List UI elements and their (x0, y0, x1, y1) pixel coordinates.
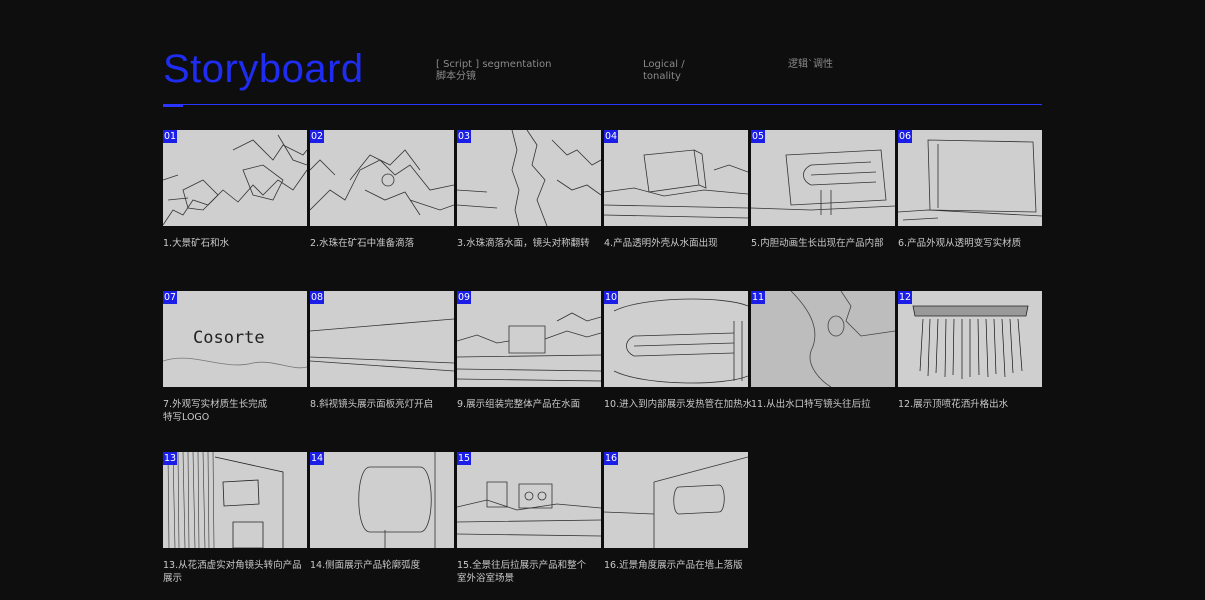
sketch-logo-closeup-icon: Cosorte (163, 328, 307, 369)
frame-sketch-15 (457, 452, 601, 548)
frame-sketch-03 (457, 130, 601, 226)
frame-caption: 12.展示顶喷花洒升格出水 (898, 399, 1009, 410)
frame-caption: 9.展示组装完整体产品在水面 (457, 399, 581, 410)
sketch-panel-angle-icon (310, 318, 454, 372)
header-logic-cn: 逻辑`调性 (788, 59, 833, 71)
header-logical-en-1: Logical / (643, 59, 685, 70)
frame-caption: 7.外观写实材质生长完成 特写LOGO (163, 399, 268, 423)
frame-sketch-05 (751, 130, 895, 226)
frame-caption: 3.水珠滴落水面，镜头对称翻转 (457, 238, 590, 249)
sketch-inner-tank-icon (751, 149, 895, 215)
sketch-rocks-water-icon (163, 134, 307, 226)
frame-sketch-12 (898, 291, 1042, 387)
frame-caption: 2.水珠在矿石中准备滴落 (310, 238, 415, 249)
frame-number-badge: 10 (604, 291, 618, 304)
sketch-assembled-product-icon (457, 312, 601, 382)
product-logo: Cosorte (193, 328, 265, 348)
frame-number-badge: 13 (163, 452, 177, 465)
frame-caption: 6.产品外观从透明变写实材质 (898, 238, 1022, 249)
sketch-product-material-icon (898, 139, 1042, 221)
header-logic-cn-text: 逻辑`调性 (788, 59, 833, 70)
frame-number-badge: 03 (457, 130, 471, 143)
sketch-shower-head-icon (912, 305, 1029, 379)
frame-sketch-16 (604, 452, 748, 548)
frame-number-badge: 08 (310, 291, 324, 304)
header: Storyboard [ Script ] segmentation 脚本分镜 … (0, 0, 1205, 110)
header-divider (163, 104, 1042, 105)
frame-caption: 8.斜视镜头展示面板亮灯开启 (310, 399, 434, 410)
sketch-shell-emerging-icon (604, 149, 748, 219)
frame-sketch-04 (604, 130, 748, 226)
sketch-wall-mounted-icon (604, 456, 748, 548)
frame-caption: 13.从花洒虚实对角镜头转向产品 展示 (163, 560, 302, 584)
header-script-en: [ Script ] segmentation (436, 59, 552, 70)
frame-sketch-06 (898, 130, 1042, 226)
frame-sketch-14 (310, 452, 454, 548)
frame-number-badge: 05 (751, 130, 765, 143)
header-script-cn: 脚本分镜 (436, 71, 476, 82)
frame-number-badge: 11 (751, 291, 765, 304)
frame-sketch-13 (163, 452, 307, 548)
header-divider-accent (163, 104, 183, 107)
header-logical-tonality: Logical / tonality (643, 59, 685, 83)
sketch-water-outlet-icon (790, 291, 895, 387)
sketch-outdoor-bathroom-icon (457, 481, 601, 537)
frame-caption: 14.侧面展示产品轮廓弧度 (310, 560, 421, 571)
frame-sketch-01 (163, 130, 307, 226)
frame-caption: 5.内胆动画生长出现在产品内部 (751, 238, 884, 249)
frame-number-badge: 14 (310, 452, 324, 465)
sketch-shower-to-product-icon (167, 452, 284, 548)
frame-number-badge: 12 (898, 291, 912, 304)
frame-number-badge: 15 (457, 452, 471, 465)
frame-number-badge: 01 (163, 130, 177, 143)
frame-number-badge: 04 (604, 130, 618, 143)
page-title: Storyboard (163, 47, 364, 91)
frame-sketch-09 (457, 291, 601, 387)
frame-caption: 1.大景矿石和水 (163, 238, 230, 249)
frame-number-badge: 16 (604, 452, 618, 465)
frame-number-badge: 06 (898, 130, 912, 143)
sketch-water-drop-icon (310, 149, 454, 216)
frame-sketch-02 (310, 130, 454, 226)
frame-sketch-11 (751, 291, 895, 387)
frame-sketch-10 (604, 291, 748, 387)
header-logical-en-2: tonality (643, 71, 681, 82)
frame-caption: 15.全景往后拉展示产品和整个 室外浴室场景 (457, 560, 587, 584)
frame-sketch-08 (310, 291, 454, 387)
sketch-mirrored-rock-icon (457, 130, 601, 226)
header-script-segmentation: [ Script ] segmentation 脚本分镜 (436, 59, 552, 83)
sketch-heating-tube-icon (613, 298, 748, 384)
frame-number-badge: 02 (310, 130, 324, 143)
sketch-side-profile-icon (358, 452, 436, 548)
frame-caption: 4.产品透明外壳从水面出现 (604, 238, 718, 249)
frame-caption: 16.近景角度展示产品在墙上落版 (604, 560, 743, 571)
frame-number-badge: 09 (457, 291, 471, 304)
frame-sketch-07: Cosorte (163, 291, 307, 387)
frame-caption: 10.进入到内部展示发热管在加热水 (604, 399, 753, 410)
frame-caption: 11.从出水口特写镜头往后拉 (751, 399, 871, 410)
frame-number-badge: 07 (163, 291, 177, 304)
